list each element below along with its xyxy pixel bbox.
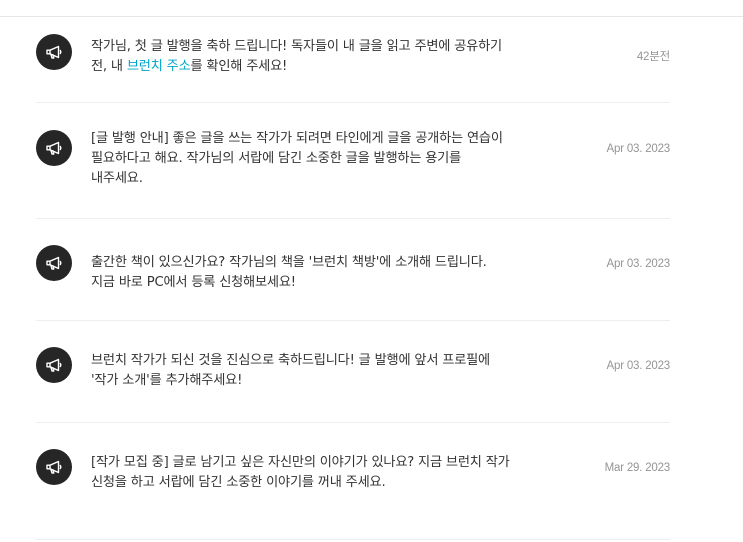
megaphone-icon [36,449,72,485]
notification-time: Apr 03. 2023 [606,143,671,155]
notification-time: 42분전 [636,51,670,63]
megaphone-icon [36,34,72,70]
megaphone-icon [36,347,72,383]
notification-message: 출간한 책이 있으신가요? 작가님의 책을 '브런치 책방'에 소개해 드립니다… [91,255,487,290]
notification-item[interactable]: 출간한 책이 있으신가요? 작가님의 책을 '브런치 책방'에 소개해 드립니다… [36,219,670,321]
brunch-address-link[interactable]: 브런치 주소 [127,59,191,74]
notification-item[interactable]: 브런치 작가가 되신 것을 진심으로 축하드립니다! 글 발행에 앞서 프로필에… [36,321,670,423]
notification-message: [글 발행 안내] 좋은 글을 쓰는 작가가 되려면 타인에게 글을 공개하는 … [91,131,503,186]
notification-message: [작가 모집 중] 글로 남기고 싶은 자신만의 이야기가 있나요? 지금 브런… [91,455,510,490]
notification-time: Apr 03. 2023 [606,360,671,372]
notification-text-end: 를 확인해 주세요! [190,59,288,74]
notification-time: Mar 29. 2023 [604,462,671,474]
notification-item[interactable]: 작가님, 첫 글 발행을 축하 드립니다! 독자들이 내 글을 읽고 주변에 공… [36,17,670,103]
notification-item[interactable]: [작가 모집 중] 글로 남기고 싶은 자신만의 이야기가 있나요? 지금 브런… [36,423,670,540]
notification-list: 작가님, 첫 글 발행을 축하 드립니다! 독자들이 내 글을 읽고 주변에 공… [0,17,743,540]
notification-message: 브런치 작가가 되신 것을 진심으로 축하드립니다! 글 발행에 앞서 프로필에… [91,353,490,388]
notification-item[interactable]: [글 발행 안내] 좋은 글을 쓰는 작가가 되려면 타인에게 글을 공개하는 … [36,103,670,219]
notification-message: 작가님, 첫 글 발행을 축하 드립니다! 독자들이 내 글을 읽고 주변에 공… [91,37,511,77]
notification-time: Apr 03. 2023 [606,258,671,270]
megaphone-icon [36,245,72,281]
megaphone-icon [36,130,72,166]
